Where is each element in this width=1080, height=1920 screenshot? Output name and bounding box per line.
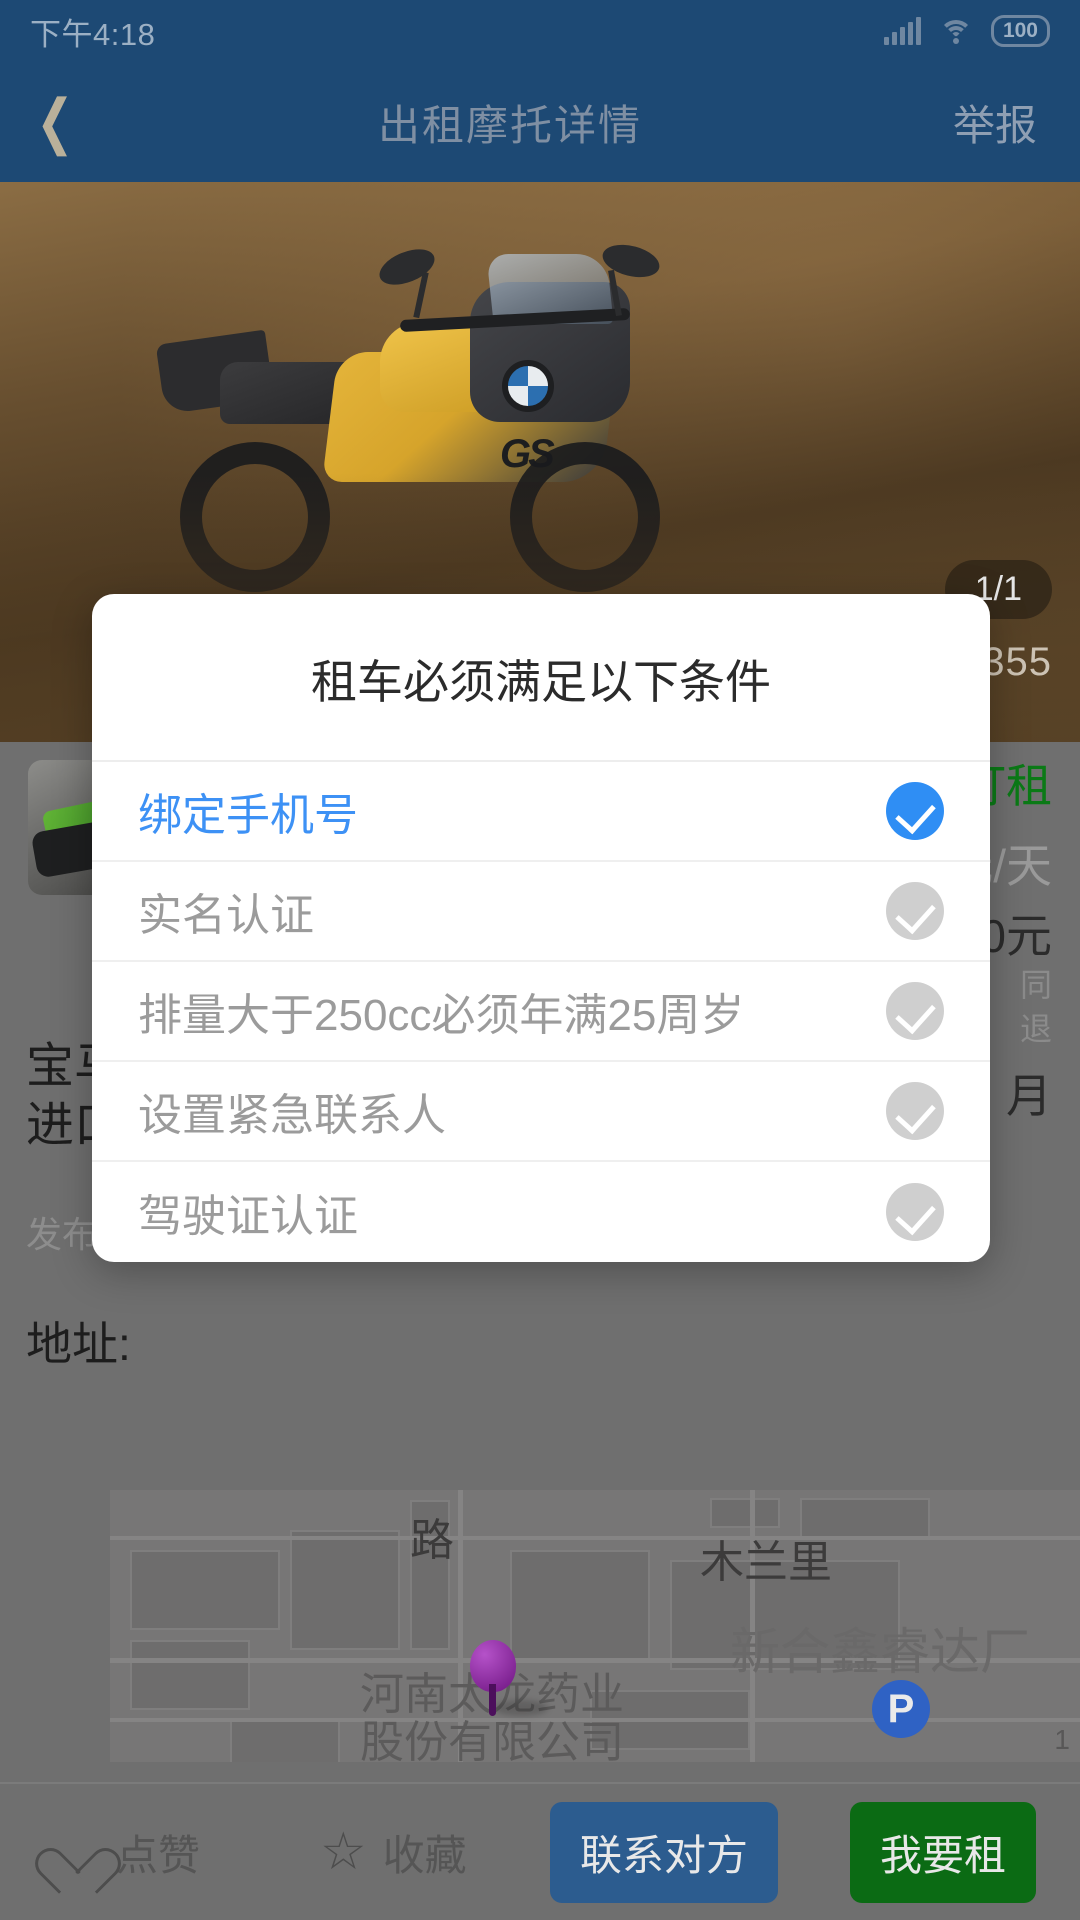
condition-label: 绑定手机号 (138, 791, 358, 840)
condition-label: 实名认证 (138, 891, 314, 940)
check-circle-disabled-icon (886, 1183, 944, 1241)
condition-row[interactable]: 驾驶证认证 (92, 1162, 990, 1262)
rent-requirements-dialog: 租车必须满足以下条件 绑定手机号实名认证排量大于250cc必须年满25周岁 设置紧… (92, 594, 990, 1262)
condition-row[interactable]: 绑定手机号 (92, 762, 990, 862)
check-circle-disabled-icon (886, 982, 944, 1040)
condition-label: 排量大于250cc必须年满25周岁 (138, 991, 745, 1040)
condition-row[interactable]: 排量大于250cc必须年满25周岁 (92, 962, 990, 1062)
condition-label: 驾驶证认证 (138, 1192, 358, 1241)
check-circle-disabled-icon (886, 882, 944, 940)
condition-row[interactable]: 设置紧急联系人 (92, 1062, 990, 1162)
condition-row[interactable]: 实名认证 (92, 862, 990, 962)
check-circle-filled-icon (886, 782, 944, 840)
conditions-list: 绑定手机号实名认证排量大于250cc必须年满25周岁 设置紧急联系人 驾驶证认证 (92, 762, 990, 1262)
dialog-title: 租车必须满足以下条件 (92, 594, 990, 762)
check-circle-disabled-icon (886, 1082, 944, 1140)
condition-label: 设置紧急联系人 (138, 1091, 446, 1140)
